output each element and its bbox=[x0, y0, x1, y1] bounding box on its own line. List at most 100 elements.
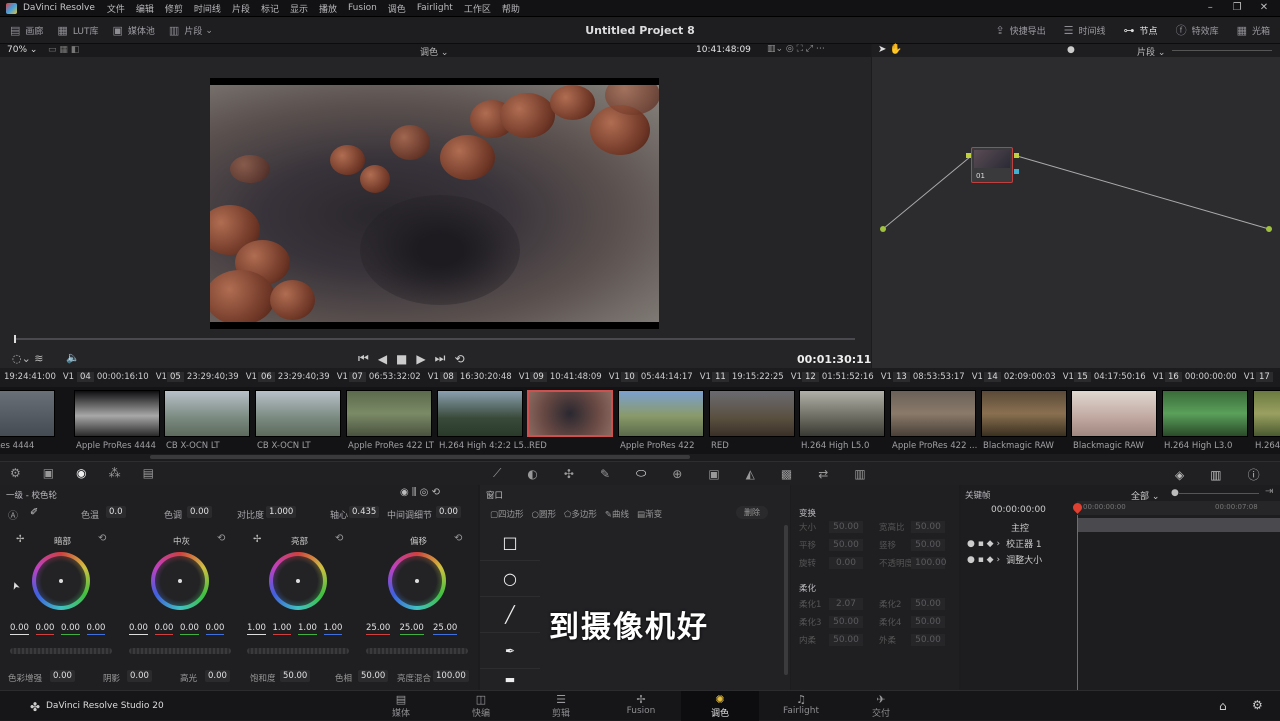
node-graph[interactable]: 01 bbox=[872, 57, 1280, 368]
circle-window-button[interactable]: ○圆形 bbox=[532, 508, 556, 520]
quad-window-row[interactable]: □ bbox=[480, 525, 540, 561]
color-wheel[interactable] bbox=[269, 552, 327, 610]
pointer-icon[interactable]: ➤ ✋ bbox=[878, 44, 902, 55]
wheel-value[interactable]: 0.00 bbox=[129, 623, 148, 635]
menu-fairlight[interactable]: Fairlight bbox=[417, 3, 453, 13]
clip-thumbnail[interactable] bbox=[1253, 390, 1280, 437]
layout-icons[interactable]: ▭ ▦ ◧ bbox=[48, 45, 79, 55]
menu-help[interactable]: 帮助 bbox=[502, 2, 520, 15]
menu-playback[interactable]: 播放 bbox=[319, 2, 337, 15]
eyedropper-icon[interactable]: ✎ bbox=[600, 467, 610, 481]
param-value[interactable]: 50.00 bbox=[280, 670, 311, 682]
transform-value[interactable]: 50.00 bbox=[911, 539, 945, 551]
clip-thumbnail[interactable] bbox=[255, 390, 341, 437]
clip-strip-scrollbar[interactable] bbox=[150, 455, 690, 459]
wheel-value[interactable]: 0.00 bbox=[86, 623, 106, 635]
wheel-picker-icon[interactable]: ✢ bbox=[253, 534, 261, 545]
quad-window-button[interactable]: ▢四边形 bbox=[490, 508, 524, 520]
auto-balance-icon[interactable]: Ⓐ bbox=[8, 507, 18, 522]
expand-icon[interactable]: ⇥ bbox=[1265, 486, 1273, 497]
wheel-value[interactable]: 1.00 bbox=[298, 623, 317, 635]
middetail-value[interactable]: 0.00 bbox=[436, 506, 461, 518]
key-icon[interactable]: ▩ bbox=[781, 467, 792, 481]
menu-color[interactable]: 调色 bbox=[388, 2, 406, 15]
wheel-value[interactable]: 0.00 bbox=[10, 623, 29, 635]
menu-edit[interactable]: 编辑 bbox=[136, 2, 154, 15]
viewer-tools[interactable]: ▥⌄ ◎ ⛶ ⤢ ⋯ bbox=[767, 44, 825, 54]
transform-value[interactable]: 50.00 bbox=[829, 634, 863, 646]
menu-fusion[interactable]: Fusion bbox=[348, 3, 377, 13]
rewind-icon[interactable]: ⏮ bbox=[358, 351, 369, 366]
color-match-icon[interactable]: ▣ bbox=[43, 466, 54, 480]
maximize-button[interactable]: ❐ bbox=[1225, 2, 1249, 13]
3d-icon[interactable]: ▥ bbox=[854, 467, 865, 481]
viewer-scrubber[interactable] bbox=[14, 335, 855, 343]
qualifier-icon[interactable]: ✣ bbox=[564, 467, 574, 481]
clip-thumbnail[interactable] bbox=[437, 390, 523, 437]
wheel-master-slider[interactable] bbox=[129, 648, 231, 654]
transform-value[interactable]: 100.00 bbox=[911, 557, 947, 569]
transform-value[interactable]: 50.00 bbox=[911, 634, 945, 646]
scopes-icon[interactable]: ▥ bbox=[1210, 468, 1221, 482]
keyframe-ruler[interactable]: 00:00:00:00 00:00:07:08 bbox=[1077, 501, 1280, 515]
wheel-value[interactable]: 1.00 bbox=[323, 623, 343, 635]
transform-value[interactable]: 50.00 bbox=[829, 539, 863, 551]
wheel-value[interactable]: 0.00 bbox=[154, 623, 174, 635]
transform-value[interactable]: 50.00 bbox=[911, 521, 945, 533]
wheel-reset-icon[interactable]: ⟲ bbox=[454, 533, 462, 544]
wheel-value[interactable]: 0.00 bbox=[35, 623, 55, 635]
clip-thumbnail[interactable] bbox=[799, 390, 885, 437]
node-zoom-slider[interactable] bbox=[1172, 50, 1272, 51]
param-value[interactable]: 50.00 bbox=[358, 670, 389, 682]
menu-file[interactable]: 文件 bbox=[107, 2, 125, 15]
tracker-icon[interactable]: ⊕ bbox=[672, 467, 682, 481]
transform-value[interactable]: 50.00 bbox=[829, 616, 863, 628]
pen-window-row[interactable]: ✒ bbox=[480, 633, 540, 669]
gradient-window-button[interactable]: ▤渐变 bbox=[637, 508, 662, 520]
fast-forward-icon[interactable]: ⏭ bbox=[435, 351, 446, 366]
track-sizing[interactable]: ● ▪ ◆ › 调整大小 bbox=[967, 553, 1042, 567]
linear-window-row[interactable]: ╱ bbox=[480, 597, 540, 633]
clip-thumbnail[interactable] bbox=[74, 390, 160, 437]
curves-icon[interactable]: ⟋ bbox=[493, 466, 501, 481]
window-list-scrollbar[interactable] bbox=[784, 525, 788, 675]
clip-thumbnail[interactable] bbox=[0, 390, 55, 437]
info-icon[interactable]: ⓘ bbox=[1248, 466, 1260, 483]
play-icon[interactable]: ▶ bbox=[416, 352, 425, 366]
playhead[interactable] bbox=[14, 335, 16, 343]
transform-value[interactable]: 50.00 bbox=[911, 616, 945, 628]
param-value[interactable]: 0.00 bbox=[127, 670, 152, 682]
page-media[interactable]: ▤ 媒体 bbox=[371, 691, 431, 721]
param-value[interactable]: 100.00 bbox=[433, 670, 469, 682]
clip-thumbnail[interactable] bbox=[527, 390, 613, 437]
wheel-center[interactable] bbox=[178, 579, 182, 583]
wheel-master-slider[interactable] bbox=[10, 648, 112, 654]
clip-thumbnail[interactable] bbox=[346, 390, 432, 437]
wheel-value[interactable]: 0.00 bbox=[180, 623, 199, 635]
gradient-window-row[interactable]: ▬ bbox=[480, 669, 540, 689]
wheel-center[interactable] bbox=[59, 579, 63, 583]
volume-icon[interactable]: 🔈 bbox=[66, 351, 80, 364]
wheel-value[interactable]: 25.00 bbox=[399, 623, 424, 635]
transform-value[interactable]: 50.00 bbox=[911, 598, 945, 610]
color-warper-icon[interactable]: ◐ bbox=[527, 467, 537, 481]
stop-icon[interactable]: ■ bbox=[396, 352, 407, 366]
temp-value[interactable]: 0.0 bbox=[106, 506, 126, 518]
master-track[interactable] bbox=[1077, 518, 1280, 532]
menu-timeline[interactable]: 时间线 bbox=[194, 2, 221, 15]
wheel-master-slider[interactable] bbox=[247, 648, 349, 654]
node-input-rgb[interactable] bbox=[966, 153, 971, 158]
transform-value[interactable]: 50.00 bbox=[829, 521, 863, 533]
clip-thumbnail[interactable] bbox=[1162, 390, 1248, 437]
hdr-icon[interactable]: ⁂ bbox=[109, 466, 121, 480]
node-01[interactable]: 01 bbox=[971, 147, 1013, 183]
pivot-value[interactable]: 0.435 bbox=[349, 506, 380, 518]
clip-thumbnail[interactable] bbox=[1071, 390, 1157, 437]
page-cut[interactable]: ◫ 快编 bbox=[451, 691, 511, 721]
keyframe-zoom-slider[interactable] bbox=[1179, 493, 1259, 494]
keyframes-icon[interactable]: ◈ bbox=[1175, 468, 1184, 482]
param-value[interactable]: 0.00 bbox=[205, 670, 230, 682]
color-wheel[interactable] bbox=[32, 552, 90, 610]
wheel-value[interactable]: 25.00 bbox=[433, 623, 458, 635]
clip-thumbnail[interactable] bbox=[981, 390, 1067, 437]
